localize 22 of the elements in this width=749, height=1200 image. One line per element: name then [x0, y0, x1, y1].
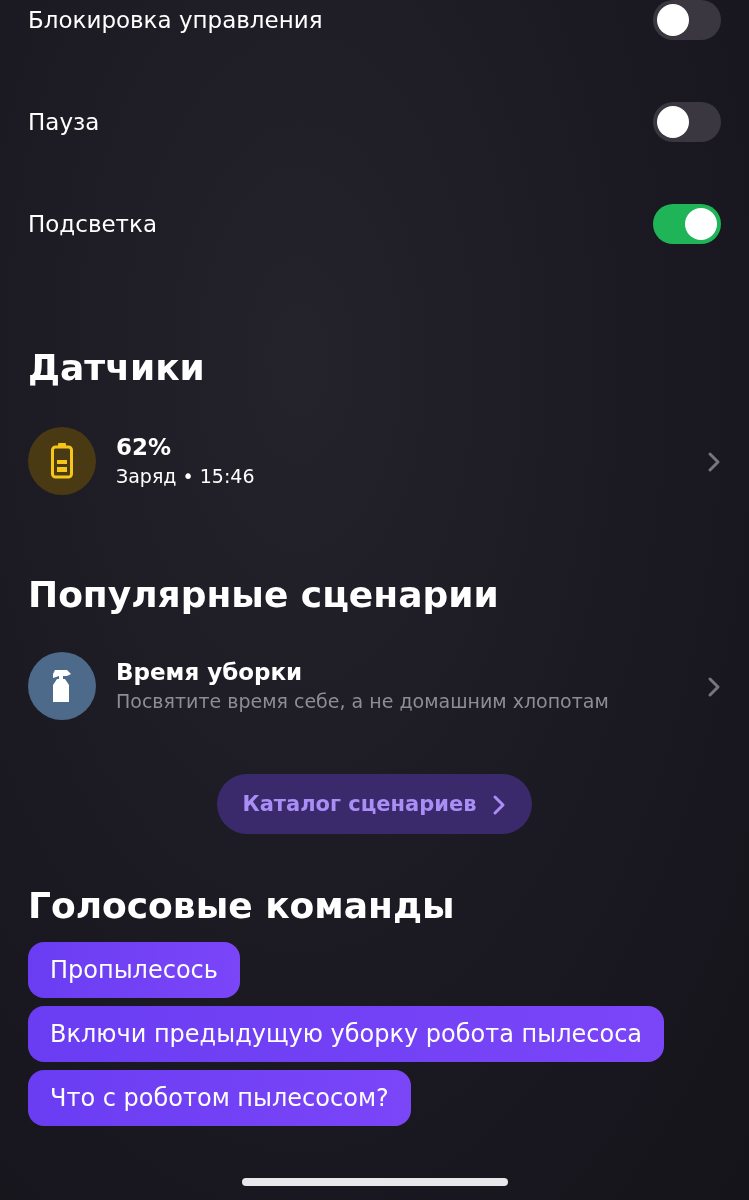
catalog-button[interactable]: Каталог сценариев: [216, 774, 533, 835]
chevron-icon: [707, 675, 721, 698]
voice-command-chip[interactable]: Что с роботом пылесосом?: [28, 1069, 411, 1126]
sensor-value: 62%: [116, 432, 173, 462]
chevron-icon: [707, 450, 721, 473]
sensor-row[interactable]: 62% Заряд • 15:46: [28, 427, 721, 496]
voice-command-chip[interactable]: Включи предыдущую уборку робота пылесоса: [28, 1005, 665, 1062]
setting-label: Пауза: [28, 107, 100, 137]
sensor-label: Заряд • 15:46: [116, 463, 255, 489]
setting-label: Блокировка управления: [28, 5, 323, 35]
chevron-icon: [492, 793, 507, 816]
toggle-switch[interactable]: [653, 0, 721, 40]
voice-command-chip[interactable]: Пропылесось: [28, 941, 240, 998]
setting-label: Подсветка: [28, 209, 157, 239]
section-title: Голосовые команды: [28, 884, 456, 928]
scenario-row[interactable]: Время уборки Посвятите время себе, а не домашним хлопотам: [28, 652, 721, 721]
section-title: Популярные сценарии: [28, 573, 500, 617]
scenario-title: Время уборки: [116, 658, 304, 688]
scenario-description: Посвятите время себе, а не домашним хлопотам: [116, 689, 609, 714]
toggle-switch[interactable]: [653, 102, 721, 142]
section-title: Датчики: [28, 346, 206, 390]
toggle-switch[interactable]: [653, 204, 721, 244]
